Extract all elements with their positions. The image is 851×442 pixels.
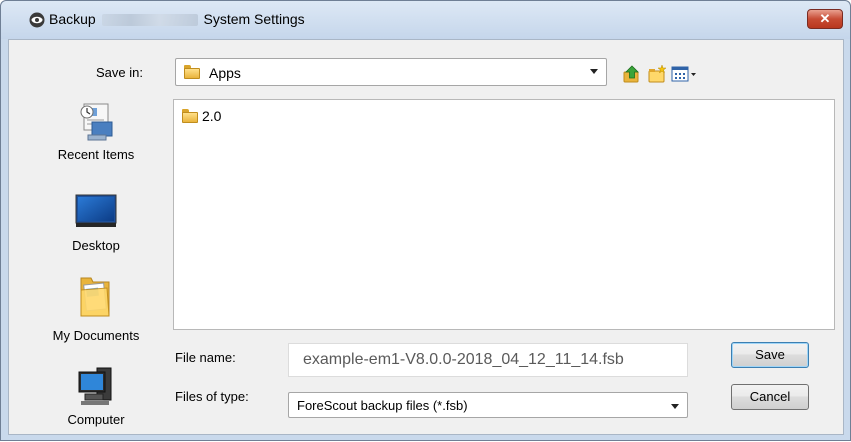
place-recent-items[interactable]: Recent Items — [41, 102, 151, 180]
computer-icon — [78, 367, 112, 405]
close-button[interactable]: ✕ — [807, 9, 843, 29]
dialog-client-area: Save in: Apps Recent Items Desktop My Do… — [8, 39, 844, 435]
file-type-dropdown[interactable]: ForeScout backup files (*.fsb) — [288, 392, 688, 418]
file-type-label: Files of type: — [175, 389, 249, 404]
file-list[interactable]: 2.0 — [173, 99, 835, 330]
recent-items-icon — [80, 103, 113, 141]
save-in-label: Save in: — [96, 65, 143, 80]
view-menu-icon[interactable] — [671, 64, 699, 84]
folder-icon — [184, 65, 200, 79]
file-name-label: File name: — [175, 350, 236, 365]
place-label: Computer — [67, 412, 125, 427]
place-label: Desktop — [72, 238, 120, 253]
save-in-value: Apps — [209, 65, 241, 81]
save-button[interactable]: Save — [731, 342, 809, 368]
place-my-documents[interactable]: My Documents — [41, 274, 151, 358]
file-name-input-wrapper[interactable] — [288, 343, 688, 377]
chevron-down-icon — [590, 69, 598, 74]
cancel-button[interactable]: Cancel — [731, 384, 809, 410]
chevron-down-icon — [671, 404, 679, 409]
place-desktop[interactable]: Desktop — [41, 194, 151, 264]
title-bar[interactable]: Backup System Settings ✕ — [1, 1, 850, 39]
file-type-value: ForeScout backup files (*.fsb) — [297, 398, 468, 413]
place-label: My Documents — [52, 328, 140, 343]
up-folder-icon[interactable] — [622, 64, 642, 84]
folder-icon — [182, 109, 198, 123]
window-title: Backup System Settings — [49, 11, 305, 27]
desktop-icon — [75, 194, 117, 227]
close-icon: ✕ — [819, 11, 831, 26]
my-documents-icon — [80, 277, 110, 317]
new-folder-icon[interactable] — [647, 64, 667, 84]
window-title-prefix: Backup — [49, 11, 96, 27]
redacted-title-segment — [101, 14, 198, 27]
save-dialog-window: Backup System Settings ✕ Save in: Apps R… — [0, 0, 851, 441]
file-name: 2.0 — [202, 108, 222, 124]
window-title-suffix: System Settings — [203, 11, 305, 27]
eye-icon — [29, 12, 45, 28]
place-computer[interactable]: Computer — [41, 366, 151, 442]
file-name-input[interactable] — [289, 344, 687, 376]
save-in-dropdown[interactable]: Apps — [175, 58, 607, 86]
place-label: Recent Items — [57, 147, 135, 162]
